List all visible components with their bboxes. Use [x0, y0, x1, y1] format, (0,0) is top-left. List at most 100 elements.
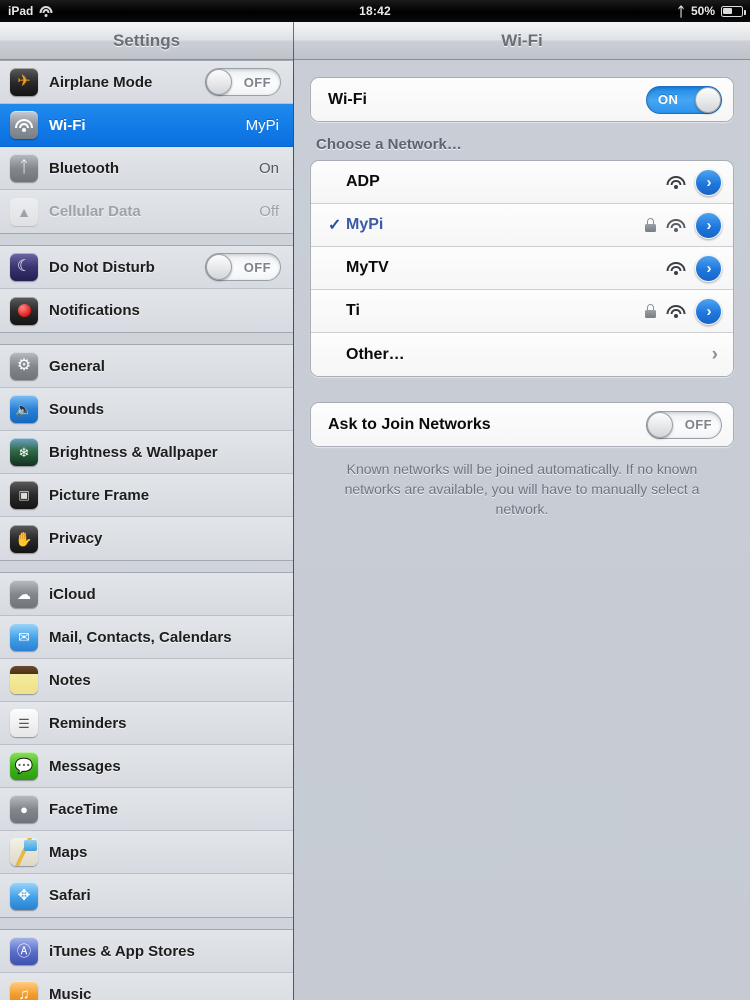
sidebar-item-icloud[interactable]: ☁ iCloud	[0, 573, 293, 616]
sidebar-item-wi-fi[interactable]: Wi-Fi MyPi	[0, 104, 293, 147]
wifi-toggle-card: Wi-Fi ON	[310, 77, 734, 122]
sidebar-item-label: iCloud	[49, 585, 96, 603]
notes-icon	[10, 666, 38, 694]
sidebar-item-label: Notes	[49, 671, 91, 689]
network-accessories: ›	[645, 297, 722, 325]
sidebar-item-do-not-disturb[interactable]: ☾ Do Not Disturb OFF	[0, 246, 293, 289]
wifi-toggle-row[interactable]: Wi-Fi ON	[311, 78, 733, 121]
cloud-icon: ☁	[10, 580, 38, 608]
wifi-navbar: Wi-Fi	[294, 22, 750, 60]
sidebar-group-apps: ☁ iCloud ✉ Mail, Contacts, Calendars Not…	[0, 572, 293, 918]
sidebar-item-picture-frame[interactable]: ▣ Picture Frame	[0, 474, 293, 517]
sidebar-item-label: Do Not Disturb	[49, 258, 155, 276]
switch-knob	[647, 411, 673, 438]
network-name-label: MyPi	[346, 216, 384, 233]
sidebar-item-mail-contacts-calendars[interactable]: ✉ Mail, Contacts, Calendars	[0, 616, 293, 659]
app-store-icon: Ⓐ	[10, 937, 38, 965]
lock-icon	[645, 304, 656, 318]
battery-percent-label: 50%	[690, 4, 715, 18]
network-detail-button[interactable]: ›	[695, 211, 722, 239]
wallpaper-icon: ❄	[10, 438, 38, 466]
network-accessories: ›	[666, 168, 722, 196]
do-not-disturb-switch[interactable]: OFF	[205, 253, 281, 281]
ask-to-join-row[interactable]: Ask to Join Networks OFF	[311, 403, 733, 446]
sidebar-item-label: iTunes & App Stores	[49, 942, 195, 960]
sidebar-item-music[interactable]: ♫ Music	[0, 973, 293, 1000]
sidebar-item-label: Wi-Fi	[49, 116, 86, 134]
hand-icon: ✋	[10, 524, 38, 553]
sidebar-item-general[interactable]: ⚙ General	[0, 345, 293, 388]
sidebar-item-maps[interactable]: Maps	[0, 831, 293, 874]
sidebar-item-label: Picture Frame	[49, 486, 150, 504]
sidebar-item-cellular-data[interactable]: ▲ Cellular Data Off	[0, 190, 293, 233]
sidebar-item-notes[interactable]: Notes	[0, 659, 293, 702]
sidebar-item-airplane-mode[interactable]: ✈ Airplane Mode OFF	[0, 61, 293, 104]
network-detail-button[interactable]: ›	[695, 297, 722, 325]
sidebar-item-label: Brightness & Wallpaper	[49, 443, 218, 461]
ask-to-join-label: Ask to Join Networks	[328, 415, 491, 433]
speaker-icon: 🔈	[10, 395, 38, 423]
sidebar-item-label: Mail, Contacts, Calendars	[49, 628, 232, 646]
network-row-other[interactable]: ✓ Other… ›	[311, 333, 733, 376]
page-title-settings: Settings	[112, 30, 181, 50]
facetime-icon: ●	[10, 795, 38, 823]
ask-to-join-footnote: Known networks will be joined automatica…	[344, 461, 700, 517]
sidebar-group-device: ⚙ General 🔈 Sounds ❄ Brightness & Wallpa…	[0, 344, 293, 561]
wifi-icon	[10, 111, 38, 139]
maps-icon	[10, 838, 38, 866]
network-detail-button[interactable]: ›	[695, 168, 722, 196]
sidebar-item-privacy[interactable]: ✋ Privacy	[0, 517, 293, 560]
bluetooth-icon: ᛏ	[10, 154, 38, 182]
wifi-switch[interactable]: ON	[646, 85, 722, 114]
sidebar-item-reminders[interactable]: ☰ Reminders	[0, 702, 293, 745]
signal-strength-icon	[666, 304, 685, 318]
sidebar-item-safari[interactable]: ✥ Safari	[0, 874, 293, 917]
sidebar-item-itunes-app-stores[interactable]: Ⓐ iTunes & App Stores	[0, 930, 293, 973]
sidebar-item-label: Notifications	[49, 302, 140, 319]
moon-icon: ☾	[10, 253, 38, 281]
choose-network-header: Choose a Network…	[316, 136, 462, 153]
sidebar-item-bluetooth[interactable]: ᛏ Bluetooth On	[0, 147, 293, 190]
sidebar-item-sounds[interactable]: 🔈 Sounds	[0, 388, 293, 431]
status-bar-right: ᛏ 50%	[677, 3, 746, 19]
chevron-right-icon: ›	[711, 343, 718, 365]
settings-sidebar[interactable]: ✈ Airplane Mode OFF Wi-Fi MyPi ᛏ Bluetoo…	[0, 60, 293, 1000]
ask-to-join-card: Ask to Join Networks OFF	[310, 402, 734, 447]
sidebar-item-label: Privacy	[49, 530, 103, 547]
ask-to-join-switch[interactable]: OFF	[646, 410, 722, 439]
sidebar-item-notifications[interactable]: Notifications	[0, 289, 293, 332]
sidebar-item-label: General	[49, 357, 105, 375]
sidebar-item-label: Sounds	[49, 400, 104, 418]
bluetooth-icon: ᛏ	[677, 3, 685, 19]
airplane-mode-switch[interactable]: OFF	[205, 68, 281, 96]
signal-strength-icon	[666, 218, 685, 232]
gear-icon: ⚙	[10, 352, 38, 380]
network-detail-button[interactable]: ›	[695, 254, 722, 282]
sidebar-item-label: Bluetooth	[49, 159, 119, 177]
ipad-settings-screen: iPad 18:42 ᛏ 50% Settings Wi-Fi ✈ Airpla…	[0, 0, 750, 1000]
sidebar-group-stores: Ⓐ iTunes & App Stores ♫ Music	[0, 929, 293, 1000]
network-row-mypi[interactable]: ✓ MyPi ›	[311, 204, 733, 247]
network-row-adp[interactable]: ✓ ADP ›	[311, 161, 733, 204]
switch-state-label: OFF	[243, 259, 271, 275]
sidebar-item-messages[interactable]: 💬 Messages	[0, 745, 293, 788]
sidebar-item-value: On	[258, 159, 279, 177]
sidebar-item-brightness-wallpaper[interactable]: ❄ Brightness & Wallpaper	[0, 431, 293, 474]
wifi-toggle-label: Wi-Fi	[328, 90, 367, 108]
network-accessories: ›	[645, 211, 722, 239]
messages-icon: 💬	[10, 752, 38, 780]
sidebar-item-label: Cellular Data	[49, 203, 141, 220]
network-list-card: ✓ ADP › ✓ MyPi › ✓ MyTV	[310, 160, 734, 377]
reminders-icon: ☰	[10, 709, 38, 737]
sidebar-item-facetime[interactable]: ● FaceTime	[0, 788, 293, 831]
switch-knob	[206, 69, 232, 95]
sidebar-item-label: FaceTime	[49, 800, 118, 818]
cellular-icon: ▲	[10, 197, 38, 226]
music-icon: ♫	[10, 980, 38, 1000]
status-bar: iPad 18:42 ᛏ 50%	[0, 0, 750, 22]
network-row-ti[interactable]: ✓ Ti ›	[311, 290, 733, 333]
network-row-mytv[interactable]: ✓ MyTV ›	[311, 247, 733, 290]
network-name-label: MyTV	[346, 259, 389, 276]
network-name-label: Ti	[346, 302, 360, 319]
signal-strength-icon	[666, 175, 685, 189]
